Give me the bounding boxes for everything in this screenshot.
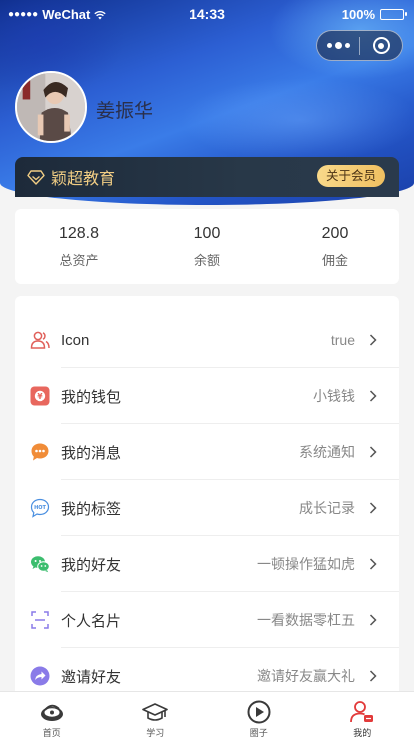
chevron-right-icon bbox=[369, 614, 377, 626]
status-bar: ●●●●● WeChat 14:33 100% bbox=[0, 0, 414, 28]
menu-item-value: true bbox=[330, 332, 355, 348]
stat-total-assets[interactable]: 128.8 总资产 bbox=[15, 209, 143, 284]
menu-item-value: 系统通知 bbox=[299, 444, 355, 460]
chevron-right-icon bbox=[369, 670, 377, 682]
tab-label: 我的 bbox=[353, 728, 372, 738]
vip-brand-name: 颖超教育 bbox=[51, 171, 116, 188]
stat-value: 128.8 bbox=[58, 224, 100, 242]
target-icon bbox=[372, 37, 390, 54]
menu-item-label: 我的好友 bbox=[61, 556, 122, 574]
home-icon bbox=[40, 704, 63, 721]
users-icon bbox=[30, 330, 50, 350]
chevron-right-icon bbox=[369, 558, 377, 570]
menu-item-friends[interactable]: 我的好友 一顿操作猛如虎 bbox=[15, 536, 399, 592]
menu-item-label: Icon bbox=[61, 331, 90, 349]
chevron-right-icon bbox=[369, 390, 377, 402]
battery-icon bbox=[380, 9, 407, 20]
battery-percent: 100% bbox=[341, 7, 375, 22]
menu-item-messages[interactable]: 我的消息 系统通知 bbox=[15, 424, 399, 480]
username: 姜振华 bbox=[96, 101, 154, 122]
menu-item-label: 我的标签 bbox=[61, 500, 122, 518]
menu-item-value: 成长记录 bbox=[299, 500, 355, 516]
graduation-cap-icon bbox=[142, 703, 169, 721]
tab-study[interactable]: 学习 bbox=[104, 692, 208, 740]
hot-tag-icon: HOT bbox=[30, 498, 50, 518]
diamond-icon bbox=[27, 170, 45, 185]
menu-item-label: 我的消息 bbox=[61, 444, 122, 462]
svg-text:HOT: HOT bbox=[34, 505, 46, 511]
menu-item-value: 邀请好友赢大礼 bbox=[257, 668, 355, 684]
stat-label: 余额 bbox=[193, 252, 220, 268]
menu-list: Icon true ¥ 我的钱包 小钱钱 我的消息 系统通知 HOT 我的标签 … bbox=[15, 296, 399, 726]
menu-item-label: 邀请好友 bbox=[61, 668, 122, 686]
menu-item-tags[interactable]: HOT 我的标签 成长记录 bbox=[15, 480, 399, 536]
menu-item-value: 小钱钱 bbox=[313, 388, 355, 404]
tab-home[interactable]: 首页 bbox=[0, 692, 104, 740]
wechat-icon bbox=[30, 554, 50, 574]
more-options-button[interactable] bbox=[317, 42, 359, 49]
menu-item-icon[interactable]: Icon true bbox=[15, 312, 399, 368]
avatar[interactable] bbox=[15, 71, 87, 143]
close-miniprogram-button[interactable] bbox=[360, 37, 402, 54]
tab-bar: 首页 学习 圈子 我的 bbox=[0, 691, 414, 740]
tab-label: 学习 bbox=[146, 728, 165, 738]
tab-label: 首页 bbox=[42, 728, 61, 738]
menu-item-wallet[interactable]: ¥ 我的钱包 小钱钱 bbox=[15, 368, 399, 424]
vip-bar[interactable]: 颖超教育 关于会员 bbox=[15, 157, 399, 197]
about-membership-button[interactable]: 关于会员 bbox=[316, 165, 385, 187]
avatar-image bbox=[17, 73, 85, 141]
tab-circle[interactable]: 圈子 bbox=[207, 692, 311, 740]
menu-item-label: 我的钱包 bbox=[61, 388, 122, 406]
profile-icon bbox=[350, 701, 374, 723]
chevron-right-icon bbox=[369, 502, 377, 514]
tab-mine[interactable]: 我的 bbox=[311, 692, 414, 740]
stat-commission[interactable]: 200 佣金 bbox=[271, 209, 399, 284]
menu-item-value: 一顿操作猛如虎 bbox=[257, 556, 355, 572]
tab-label: 圈子 bbox=[249, 728, 268, 738]
miniprogram-capsule bbox=[316, 30, 403, 61]
wallet-icon: ¥ bbox=[30, 386, 50, 406]
stat-value: 200 bbox=[321, 224, 349, 242]
stat-balance[interactable]: 100 余额 bbox=[143, 209, 271, 284]
menu-item-label: 个人名片 bbox=[61, 612, 122, 630]
play-circle-icon bbox=[247, 700, 271, 724]
chevron-right-icon bbox=[369, 334, 377, 346]
menu-item-business-card[interactable]: 个人名片 一看数据零杠五 bbox=[15, 592, 399, 648]
stat-label: 佣金 bbox=[321, 252, 348, 268]
chevron-right-icon bbox=[369, 446, 377, 458]
chat-bubble-icon bbox=[30, 442, 50, 462]
menu-item-value: 一看数据零杠五 bbox=[257, 612, 355, 628]
share-arrow-icon bbox=[30, 666, 50, 686]
svg-text:¥: ¥ bbox=[37, 392, 43, 401]
stat-label: 总资产 bbox=[59, 252, 99, 268]
stat-value: 100 bbox=[193, 224, 221, 242]
scan-card-icon bbox=[30, 610, 50, 630]
stats-card: 128.8 总资产 100 余额 200 佣金 bbox=[15, 209, 399, 284]
status-right: 100% bbox=[341, 7, 407, 22]
